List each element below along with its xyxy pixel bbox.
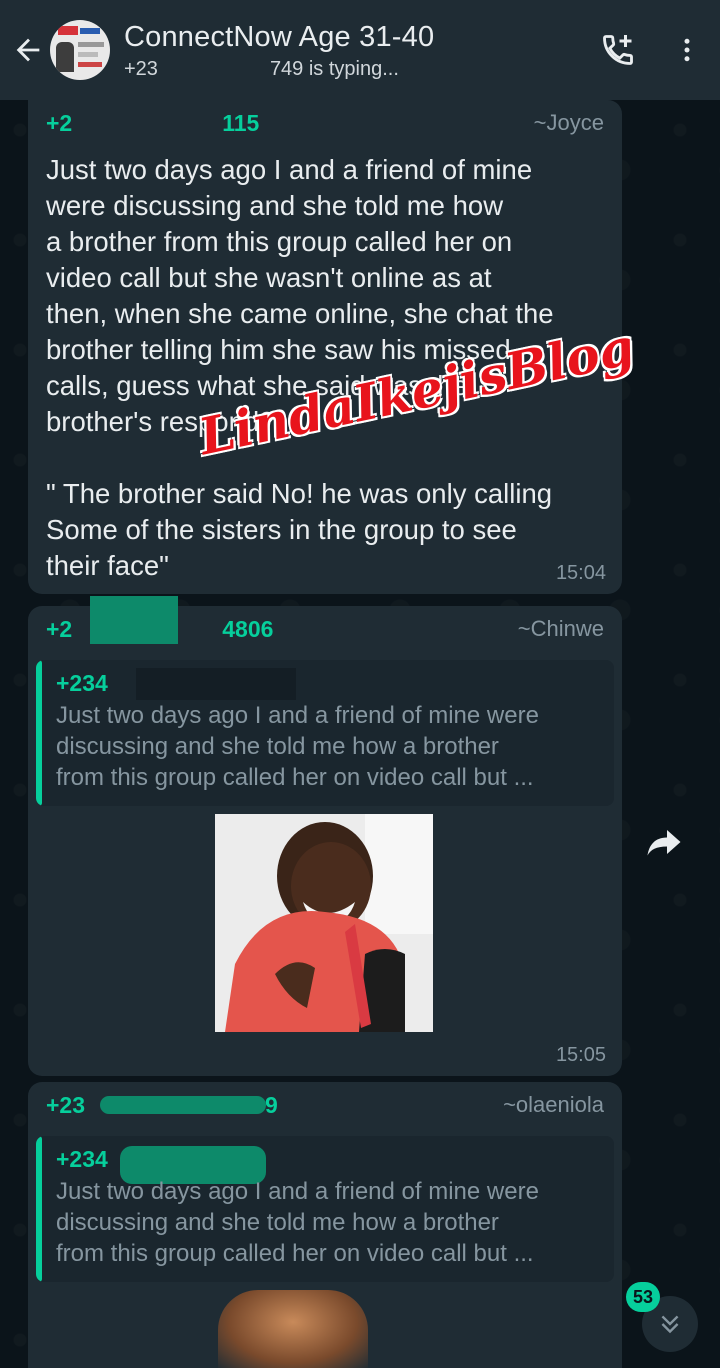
double-chevron-down-icon [661, 1315, 679, 1334]
redaction-mark [100, 1096, 266, 1114]
quote-text: Just two days ago I and a friend of mine… [56, 702, 539, 791]
sticker-image[interactable] [215, 814, 433, 1032]
quoted-message[interactable]: +234 Just two days ago I and a friend of… [36, 1136, 614, 1282]
message-time: 15:04 [555, 562, 606, 584]
forward-icon [647, 830, 681, 856]
add-call-button[interactable] [582, 0, 654, 100]
quote-sender: +234 [56, 670, 108, 696]
redaction-mark [136, 668, 296, 700]
arrow-back-icon [16, 38, 40, 62]
forward-button[interactable] [640, 818, 688, 866]
unread-count-badge: 53 [626, 1282, 660, 1312]
sender-alias: ~olaeniola [503, 1092, 604, 1117]
sender-number[interactable]: +2 115 [46, 110, 259, 137]
message-time: 15:05 [555, 1044, 606, 1066]
quote-sender: +234 [56, 1146, 108, 1172]
back-button[interactable] [0, 0, 56, 100]
chat-header: ConnectNow Age 31-40 +23 749 is typing..… [0, 0, 720, 100]
add-call-icon [603, 35, 633, 65]
media-thumbnail[interactable] [218, 1290, 368, 1368]
group-title: ConnectNow Age 31-40 [124, 20, 435, 53]
redaction-mark [90, 596, 178, 644]
laughing-child-sticker [215, 814, 433, 1032]
quote-accent-bar [36, 1136, 42, 1282]
menu-button[interactable] [654, 0, 720, 100]
sender-alias: ~Joyce [533, 110, 604, 135]
group-subtitle: +23 749 is typing... [124, 58, 582, 81]
message-bubble-olaeniola[interactable]: +23 9 ~olaeniola +234 Just two days ago I… [28, 1082, 622, 1368]
group-avatar[interactable] [50, 20, 110, 80]
subtitle-number: +23 [124, 57, 158, 80]
message-bubble-chinwe[interactable]: +2 4806 ~Chinwe +234 Just two days ago I … [28, 596, 622, 1076]
sender-alias: ~Chinwe [517, 616, 604, 641]
quote-accent-bar [36, 660, 42, 806]
quoted-message[interactable]: +234 Just two days ago I and a friend of… [36, 660, 614, 806]
typing-indicator: 749 is typing... [269, 57, 399, 80]
group-info[interactable]: ConnectNow Age 31-40 +23 749 is typing..… [124, 20, 582, 81]
quote-text: Just two days ago I and a friend of mine… [56, 1178, 539, 1267]
more-vert-icon [684, 38, 690, 62]
